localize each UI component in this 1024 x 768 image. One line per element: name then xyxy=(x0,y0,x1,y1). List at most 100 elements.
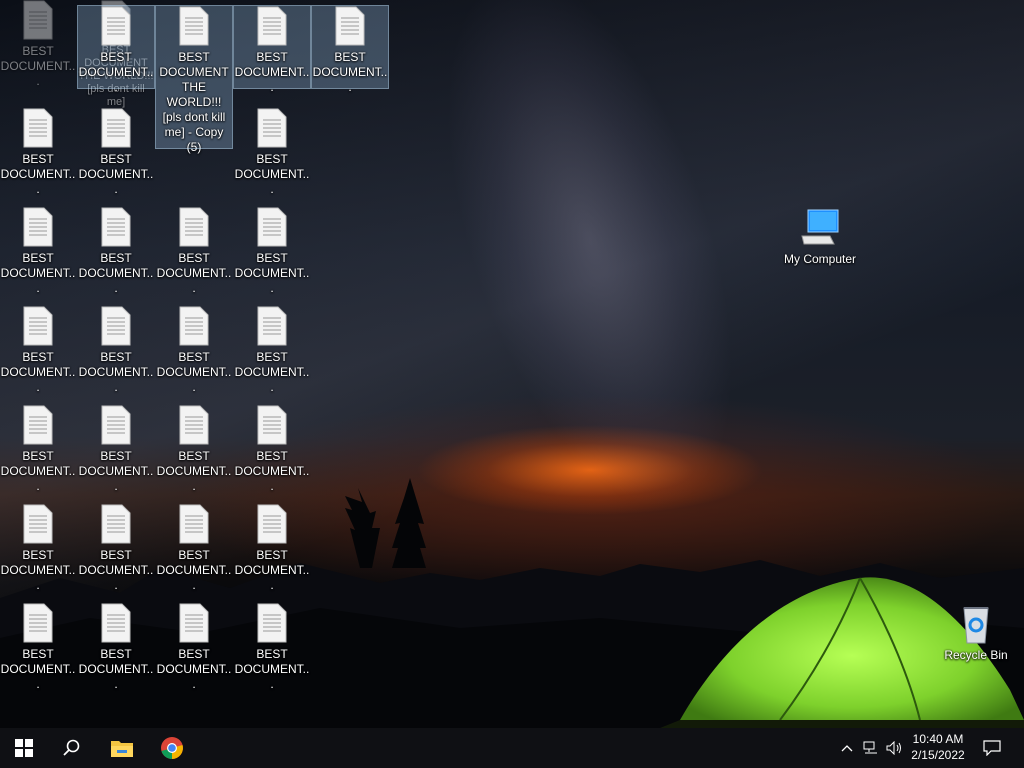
clock-time: 10:40 AM xyxy=(912,732,964,746)
icon-label: BEST DOCUMENT... xyxy=(0,152,76,196)
chrome-button[interactable] xyxy=(148,728,196,768)
document-icon xyxy=(257,108,287,148)
desktop-icon-document[interactable]: BEST DOCUMENT... xyxy=(156,405,232,494)
icon-label: Recycle Bin xyxy=(944,648,1008,662)
document-icon xyxy=(257,207,287,247)
desktop-icon-document[interactable]: BEST DOCUMENT... xyxy=(0,108,76,197)
icon-label: BEST DOCUMENT THE WORLD!!! [pls dont kil… xyxy=(159,50,229,154)
document-icon xyxy=(23,0,53,40)
desktop-icon-document[interactable]: BEST DOCUMENT... xyxy=(156,603,232,692)
folder-icon xyxy=(111,741,133,757)
windows-logo-icon xyxy=(15,739,33,757)
document-icon xyxy=(101,108,131,148)
desktop-icon-document[interactable]: BEST DOCUMENT... xyxy=(234,207,310,296)
document-icon xyxy=(179,306,209,346)
milky-way xyxy=(389,0,791,544)
computer-icon xyxy=(801,209,839,245)
icon-label: BEST DOCUMENT... xyxy=(234,50,310,94)
desktop-icon-document[interactable]: BEST DOCUMENT... xyxy=(234,405,310,494)
icon-label: BEST DOCUMENT... xyxy=(78,50,154,94)
icon-label: BEST DOCUMENT... xyxy=(0,449,76,493)
network-icon xyxy=(863,741,877,754)
icon-label: BEST DOCUMENT... xyxy=(78,152,154,196)
icon-label: BEST DOCUMENT... xyxy=(156,647,232,691)
desktop-icon-document[interactable]: BEST DOCUMENT... xyxy=(78,108,154,197)
desktop-icon-document-dragged[interactable]: BEST DOCUMENT THE WORLD!!! [pls dont kil… xyxy=(155,5,233,154)
icon-label: BEST DOCUMENT... xyxy=(78,350,154,394)
action-center-button[interactable] xyxy=(980,728,1004,768)
document-icon xyxy=(101,6,131,46)
icon-label: BEST DOCUMENT... xyxy=(0,647,76,691)
desktop-icon-document[interactable]: BEST DOCUMENT... xyxy=(78,504,154,593)
desktop-icon-recycle-bin[interactable]: Recycle Bin xyxy=(938,604,1014,663)
desktop-icon-document[interactable]: BEST DOCUMENT... xyxy=(0,504,76,593)
icon-label: BEST DOCUMENT... xyxy=(0,548,76,592)
desktop-icon-document[interactable]: BEST DOCUMENT... xyxy=(234,504,310,593)
document-icon xyxy=(23,504,53,544)
document-icon xyxy=(179,603,209,643)
icon-label: BEST DOCUMENT... xyxy=(234,152,310,196)
document-icon xyxy=(335,6,365,46)
desktop-icon-document[interactable]: BEST DOCUMENT... xyxy=(156,306,232,395)
taskbar: 10:40 AM 2/15/2022 xyxy=(0,728,1024,768)
desktop-icon-document[interactable]: BEST DOCUMENT... xyxy=(0,306,76,395)
icon-label: BEST DOCUMENT... xyxy=(78,548,154,592)
chevron-up-icon xyxy=(841,745,853,752)
document-icon xyxy=(257,603,287,643)
icon-label: BEST DOCUMENT... xyxy=(234,350,310,394)
desktop-icon-document[interactable]: BEST DOCUMENT... xyxy=(156,504,232,593)
desktop-icon-document[interactable]: BEST DOCUMENT... xyxy=(78,207,154,296)
desktop-icon-document[interactable]: BEST DOCUMENT... xyxy=(0,603,76,692)
desktop-icon-document[interactable]: BEST DOCUMENT... xyxy=(78,405,154,494)
desktop-icon-document[interactable]: BEST DOCUMENT... xyxy=(77,5,155,94)
icon-label: BEST DOCUMENT... xyxy=(78,251,154,295)
document-icon xyxy=(101,306,131,346)
icon-label: BEST DOCUMENT... xyxy=(156,449,232,493)
document-icon xyxy=(257,306,287,346)
document-icon xyxy=(101,207,131,247)
icon-label: BEST DOCUMENT... xyxy=(234,251,310,295)
icon-label: BEST DOCUMENT... xyxy=(0,44,76,88)
document-icon xyxy=(23,603,53,643)
desktop-icon-document[interactable]: BEST DOCUMENT... xyxy=(311,5,389,94)
desktop-icon-document[interactable]: BEST DOCUMENT... xyxy=(234,306,310,395)
icon-label: BEST DOCUMENT... xyxy=(156,350,232,394)
document-icon xyxy=(101,504,131,544)
desktop-icon-my-computer[interactable]: My Computer xyxy=(780,208,860,267)
document-icon xyxy=(23,405,53,445)
file-explorer-button[interactable] xyxy=(98,728,146,768)
clock-button[interactable]: 10:40 AM 2/15/2022 xyxy=(900,731,976,763)
icon-label: BEST DOCUMENT... xyxy=(234,449,310,493)
document-icon xyxy=(257,405,287,445)
search-icon xyxy=(63,739,80,756)
desktop-icon-document[interactable]: BEST DOCUMENT... xyxy=(234,108,310,197)
desktop-icon-document[interactable]: BEST DOCUMENT... xyxy=(0,0,76,89)
desktop-icon-document[interactable]: BEST DOCUMENT... xyxy=(78,603,154,692)
desktop-icon-document[interactable]: BEST DOCUMENT... xyxy=(0,405,76,494)
start-button[interactable] xyxy=(0,728,48,768)
chrome-icon xyxy=(161,737,183,759)
icon-label: My Computer xyxy=(783,252,857,266)
icon-label: BEST DOCUMENT... xyxy=(312,50,388,94)
clock-date: 2/15/2022 xyxy=(911,748,965,762)
document-icon xyxy=(101,603,131,643)
desktop-icon-document[interactable]: BEST DOCUMENT... xyxy=(0,207,76,296)
document-icon xyxy=(23,306,53,346)
icon-label: BEST DOCUMENT... xyxy=(234,548,310,592)
icon-label: BEST DOCUMENT... xyxy=(0,251,76,295)
network-button[interactable] xyxy=(860,728,882,768)
desktop-icon-document[interactable]: BEST DOCUMENT... xyxy=(234,603,310,692)
document-icon xyxy=(179,405,209,445)
document-icon xyxy=(179,6,209,46)
desktop-icon-document[interactable]: BEST DOCUMENT... xyxy=(233,5,311,94)
document-icon xyxy=(179,504,209,544)
document-icon xyxy=(257,504,287,544)
icon-label: BEST DOCUMENT... xyxy=(234,647,310,691)
document-icon xyxy=(23,207,53,247)
show-hidden-icons-button[interactable] xyxy=(838,728,856,768)
icon-label: BEST DOCUMENT... xyxy=(156,548,232,592)
desktop-icon-document[interactable]: BEST DOCUMENT... xyxy=(78,306,154,395)
desktop-icon-document[interactable]: BEST DOCUMENT... xyxy=(156,207,232,296)
icon-label: BEST DOCUMENT... xyxy=(78,647,154,691)
search-button[interactable] xyxy=(48,728,96,768)
